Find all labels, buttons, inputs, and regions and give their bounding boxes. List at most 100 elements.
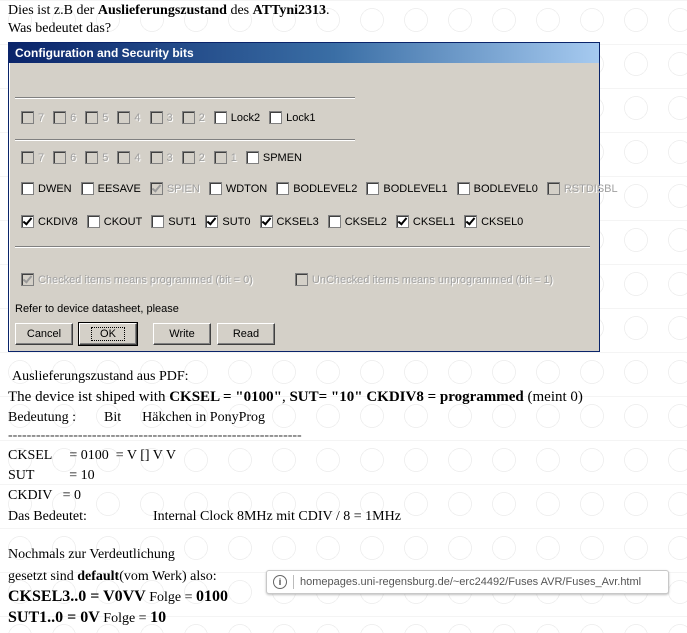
fuse-checkbox-ckdiv8[interactable]: CKDIV8 <box>21 215 78 228</box>
fuse-checkbox-sut1[interactable]: SUT1 <box>151 215 196 228</box>
cksel-summary: CKSEL3..0 = V0VV Folge = 0100 <box>8 588 229 605</box>
checkbox-label: Lock2 <box>230 111 261 124</box>
checkbox-label: 6 <box>70 111 77 124</box>
checkbox-box[interactable] <box>366 182 380 195</box>
divider-line: ----------------------------------------… <box>8 428 302 443</box>
sut-summary: SUT1..0 = 0V Folge = 10 <box>8 609 167 626</box>
fuse-checkbox-eesave[interactable]: EESAVE <box>80 182 141 195</box>
info-icon[interactable]: i <box>273 575 287 589</box>
address-url: homepages.uni-regensburg.de/~erc24492/Fu… <box>300 576 642 588</box>
checkbox-label: CKSEL3 <box>276 215 319 228</box>
checkbox-box <box>149 151 163 164</box>
ok-button[interactable]: OK <box>78 322 138 346</box>
fuse-checkbox-5: 5 <box>85 111 108 124</box>
group-separator-lock <box>15 97 355 99</box>
checkbox-box[interactable] <box>269 111 283 124</box>
fuse-low-row: CKDIV8 CKOUT SUT1 SUT0 CKSEL3 CKSEL2 CKSEL1 CKS… <box>21 215 532 228</box>
checkbox-box[interactable] <box>205 215 219 228</box>
fuse-dialog: Configuration and Security bits 7 6 5 4 3 2 Lo… <box>8 42 618 352</box>
checkbox-box[interactable] <box>213 111 227 124</box>
gesetzt-line: gesetzt sind default(vom Werk) also: <box>8 569 217 584</box>
fuse-checkbox-2: 2 <box>181 151 205 164</box>
fuse-checkbox-lock2[interactable]: Lock2 <box>213 111 261 124</box>
checkbox-label: CKDIV8 <box>38 215 78 228</box>
checkbox-label: 2 <box>198 111 205 124</box>
fuse-checkbox-7: 7 <box>21 111 44 124</box>
checkbox-label: 3 <box>166 111 173 124</box>
checkbox-box <box>85 151 99 164</box>
checkbox-box[interactable] <box>395 215 409 228</box>
checkbox-box <box>181 151 195 164</box>
legend-checked: Checked items means programmed (bit = 0) <box>21 273 253 286</box>
fuse-high-row: DWEN EESAVE SPIEN WDTON BODLEVEL2 BODLEVEL1 BO… <box>21 182 627 195</box>
checkbox-label: CKSEL2 <box>344 215 387 228</box>
fuse-checkbox-bodlevel0[interactable]: BODLEVEL0 <box>456 182 538 195</box>
checkbox-label: SPIEN <box>166 182 200 195</box>
checkbox-box <box>21 111 34 124</box>
cancel-button[interactable]: Cancel <box>15 323 73 345</box>
bedeutet-label: Das Bedeutet: <box>8 509 87 524</box>
checkbox-box[interactable] <box>259 215 273 228</box>
checkbox-box[interactable] <box>327 215 341 228</box>
address-bar[interactable]: i homepages.uni-regensburg.de/~erc24492/… <box>266 570 669 594</box>
checkbox-box[interactable] <box>80 182 94 195</box>
fuse-checkbox-cksel0[interactable]: CKSEL0 <box>464 215 523 228</box>
checkbox-box <box>149 182 163 195</box>
refer-note: Refer to device datasheet, please <box>15 303 179 315</box>
checkbox-box[interactable] <box>456 182 470 195</box>
checkbox-box <box>117 111 131 124</box>
checkbox-box <box>53 111 67 124</box>
fuse-checkbox-spien: SPIEN <box>149 182 200 195</box>
checkbox-label: BODLEVEL0 <box>473 182 538 195</box>
checkbox-box[interactable] <box>208 182 222 195</box>
fuse-checkbox-ckout[interactable]: CKOUT <box>86 215 143 228</box>
group-separator-legend <box>15 246 590 248</box>
checkbox-box <box>85 111 99 124</box>
checkbox-label: 5 <box>102 111 109 124</box>
checkbox-label: 3 <box>166 151 173 164</box>
checkbox-label: Lock1 <box>286 111 316 124</box>
fuse-checkbox-cksel3[interactable]: CKSEL3 <box>259 215 319 228</box>
fuse-checkbox-4: 4 <box>117 111 141 124</box>
checkbox-label: 6 <box>70 151 77 164</box>
fuse-checkbox-cksel1[interactable]: CKSEL1 <box>395 215 455 228</box>
fuse-checkbox-sut0[interactable]: SUT0 <box>205 215 251 228</box>
address-separator <box>293 575 294 589</box>
checkbox-box[interactable] <box>151 215 165 228</box>
checkbox-label: BODLEVEL1 <box>383 182 448 195</box>
checkbox-label: 7 <box>38 111 45 124</box>
fuse-checkbox-wdton[interactable]: WDTON <box>208 182 267 195</box>
fuse-checkbox-dwen[interactable]: DWEN <box>21 182 72 195</box>
fuse-checkbox-bodlevel1[interactable]: BODLEVEL1 <box>366 182 448 195</box>
fuse-checkbox-6: 6 <box>53 111 76 124</box>
checkbox-box[interactable] <box>21 182 34 195</box>
fuse-checkbox-lock1[interactable]: Lock1 <box>269 111 315 124</box>
spm-bits-row: 7 6 5 4 3 2 1 SPMEN <box>21 151 311 164</box>
checkbox-box[interactable] <box>464 215 478 228</box>
pdf-heading: Auslieferungszustand aus PDF: <box>12 369 189 384</box>
checkbox-box <box>53 151 67 164</box>
dialog-title: Configuration and Security bits <box>9 43 599 63</box>
fuse-checkbox-6: 6 <box>53 151 76 164</box>
intro-line-2: Was bedeutet das? <box>8 21 112 36</box>
read-button[interactable]: Read <box>217 323 275 345</box>
cksel-line: CKSEL = 0100 = V [] V V <box>8 448 176 463</box>
checkbox-box <box>546 182 560 195</box>
fuse-checkbox-bodlevel2[interactable]: BODLEVEL2 <box>276 182 357 195</box>
fuse-checkbox-spmen[interactable]: SPMEN <box>245 151 302 164</box>
fuse-checkbox-cksel2[interactable]: CKSEL2 <box>327 215 387 228</box>
checkbox-label: CKOUT <box>103 215 143 228</box>
checkbox-label: 5 <box>102 151 109 164</box>
checkbox-box[interactable] <box>276 182 290 195</box>
checkbox-label: BODLEVEL2 <box>293 182 358 195</box>
legend-checked-box <box>21 273 34 286</box>
shipped-line: The device ist shiped with CKSEL = "0100… <box>8 389 583 405</box>
checkbox-box[interactable] <box>21 215 34 228</box>
write-button[interactable]: Write <box>153 323 211 345</box>
legend-unchecked: UnChecked items means unprogrammed (bit … <box>294 273 553 286</box>
checkbox-box[interactable] <box>86 215 100 228</box>
fuse-checkbox-3: 3 <box>149 111 173 124</box>
checkbox-box[interactable] <box>245 151 259 164</box>
checkbox-box <box>117 151 131 164</box>
dialog-buttons: Cancel OK Write Read <box>15 322 281 346</box>
